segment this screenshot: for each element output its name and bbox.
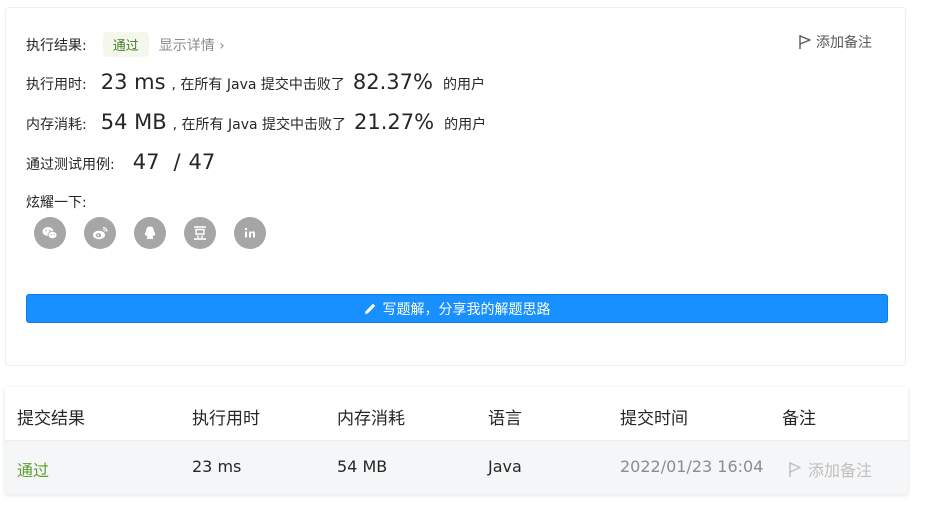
memory-suffix: 的用户 — [444, 117, 487, 133]
row-language: Java — [488, 457, 522, 476]
row-runtime: 23 ms — [192, 457, 242, 476]
runtime-percent: 82.37% — [352, 70, 433, 94]
result-status-row: 执行结果: 通过 显示详情 › — [26, 32, 225, 57]
qq-icon[interactable] — [134, 217, 166, 249]
tests-total: 47 — [188, 150, 216, 174]
add-note-label: 添加备注 — [816, 35, 872, 51]
header-result: 提交结果 — [17, 409, 85, 429]
row-submit-time: 2022/01/23 16:04 — [620, 457, 764, 476]
row-add-note-button[interactable]: 添加备注 — [788, 457, 872, 481]
status-label: 执行结果: — [26, 37, 87, 54]
tests-label: 通过测试用例: — [26, 157, 115, 173]
runtime-value: 23 ms — [100, 70, 166, 94]
row-add-note-label: 添加备注 — [808, 461, 873, 480]
tests-separator: / — [173, 150, 181, 174]
runtime-beat-text: , 在所有 Java 提交中击败了 — [171, 77, 345, 93]
header-runtime: 执行用时 — [192, 409, 260, 429]
write-solution-label: 写题解，分享我的解题思路 — [382, 301, 551, 318]
show-details-link[interactable]: 显示详情 › — [159, 35, 225, 55]
memory-beat-text: , 在所有 Java 提交中击败了 — [172, 117, 347, 133]
row-memory: 54 MB — [337, 457, 388, 476]
submissions-table: 提交结果 执行用时 内存消耗 语言 提交时间 备注 通过 23 ms 54 MB… — [5, 387, 908, 494]
table-row[interactable]: 通过 23 ms 54 MB Java 2022/01/23 16:04 添加备… — [5, 440, 908, 494]
header-submit-time: 提交时间 — [620, 409, 688, 429]
memory-row: 内存消耗: 54 MB , 在所有 Java 提交中击败了 21.27% 的用户 — [26, 110, 486, 134]
header-language: 语言 — [488, 409, 522, 429]
pencil-icon — [364, 303, 375, 314]
flag-icon — [789, 461, 801, 477]
weibo-icon[interactable] — [84, 217, 116, 249]
memory-label: 内存消耗: — [26, 117, 87, 133]
header-memory: 内存消耗 — [337, 409, 405, 429]
linkedin-icon[interactable] — [234, 217, 266, 249]
tests-passed: 47 — [132, 150, 160, 174]
runtime-row: 执行用时: 23 ms , 在所有 Java 提交中击败了 82.37% 的用户 — [26, 70, 485, 94]
douban-icon[interactable] — [184, 217, 216, 249]
memory-value: 54 MB — [100, 110, 167, 134]
result-card: 执行结果: 通过 显示详情 › 添加备注 执行用时: 23 ms , 在所有 J… — [5, 7, 906, 366]
status-badge: 通过 — [102, 32, 149, 57]
share-label: 炫耀一下: — [26, 195, 87, 211]
add-note-button[interactable]: 添加备注 — [798, 32, 872, 52]
wechat-icon[interactable] — [34, 217, 66, 249]
runtime-suffix: 的用户 — [442, 77, 485, 93]
header-note: 备注 — [782, 409, 816, 429]
row-result[interactable]: 通过 — [17, 457, 49, 481]
tests-row: 通过测试用例: 47 / 47 — [26, 150, 215, 174]
write-solution-button[interactable]: 写题解，分享我的解题思路 — [26, 294, 888, 323]
memory-percent: 21.27% — [354, 110, 435, 134]
flag-icon — [799, 35, 811, 49]
runtime-label: 执行用时: — [26, 77, 87, 93]
share-icons — [34, 217, 266, 249]
